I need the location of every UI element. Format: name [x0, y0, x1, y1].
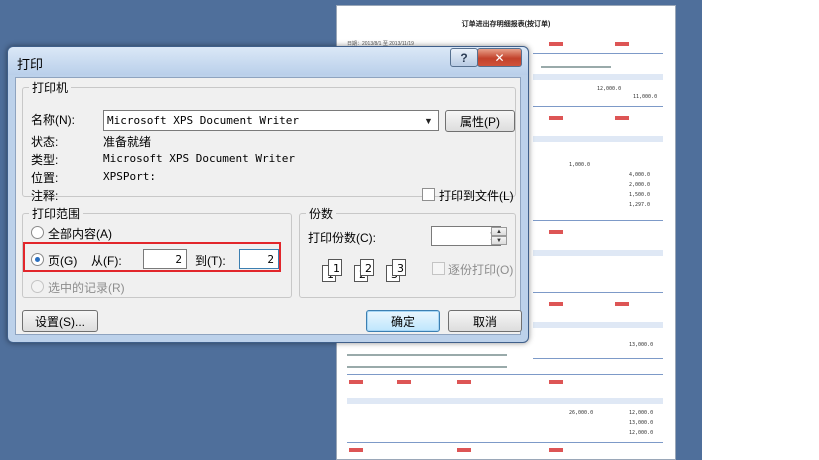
report-value: 26,000.0 — [569, 410, 594, 416]
report-value: 4,000.0 — [629, 172, 651, 178]
status-value: 准备就绪 — [103, 135, 152, 149]
close-button[interactable]: ✕ — [477, 48, 522, 67]
report-value: 11,000.0 — [633, 94, 658, 100]
type-value: Microsoft XPS Document Writer — [103, 152, 296, 165]
setup-button[interactable]: 设置(S)... — [22, 310, 98, 332]
location-value: XPSPort: — [103, 170, 156, 183]
copies-group-label: 份数 — [306, 205, 337, 222]
copies-label: 打印份数(C): — [308, 231, 376, 245]
status-label: 状态: — [31, 135, 59, 149]
selection-label[interactable]: 选中的记录(R) — [48, 279, 125, 296]
report-value: 1,000.0 — [569, 162, 591, 168]
highlight-annotation — [23, 242, 281, 272]
report-value: 13,000.0 — [629, 342, 654, 348]
collate-checkbox[interactable] — [432, 262, 445, 275]
help-button[interactable]: ? — [450, 48, 478, 67]
report-value: 1,297.0 — [629, 202, 651, 208]
print-dialog: 打印 ? ✕ 打印机 名称(N): Microsoft XPS Document… — [7, 46, 529, 343]
printer-group: 打印机 名称(N): Microsoft XPS Document Writer… — [22, 79, 516, 203]
collate-page: 3 — [392, 259, 406, 276]
selection-radio[interactable] — [31, 280, 44, 293]
collate-label[interactable]: 逐份打印(O) — [448, 261, 513, 278]
print-to-file-label[interactable]: 打印到文件(L) — [439, 187, 514, 204]
collate-page: 1 — [328, 259, 342, 276]
spin-up-icon[interactable]: ▲ — [491, 227, 507, 236]
properties-button[interactable]: 属性(P) — [445, 110, 515, 132]
dialog-titlebar[interactable]: 打印 ? ✕ — [8, 47, 528, 75]
printer-select[interactable]: Microsoft XPS Document Writer ▼ — [103, 110, 439, 131]
all-content-label[interactable]: 全部内容(A) — [48, 225, 112, 242]
printer-select-value: Microsoft XPS Document Writer — [107, 114, 300, 127]
printer-name-label: 名称(N): — [31, 113, 75, 127]
ok-button[interactable]: 确定 — [366, 310, 440, 332]
chevron-down-icon[interactable]: ▼ — [420, 112, 437, 129]
collate-page: 2 — [360, 259, 374, 276]
collate-icon: 1 1 2 2 3 3 — [322, 257, 422, 283]
dialog-body: 打印机 名称(N): Microsoft XPS Document Writer… — [15, 77, 522, 335]
report-value: 1,500.0 — [629, 192, 651, 198]
comment-label: 注释: — [31, 189, 59, 203]
print-to-file-checkbox[interactable] — [422, 188, 435, 201]
dialog-title: 打印 — [17, 57, 44, 72]
printer-group-label: 打印机 — [29, 79, 72, 96]
report-title: 订单进出存明细报表(按订单) — [461, 21, 551, 28]
report-value: 13,000.0 — [629, 420, 654, 426]
report-value: 2,000.0 — [629, 182, 651, 188]
type-label: 类型: — [31, 153, 59, 167]
report-value: 12,000.0 — [597, 86, 622, 92]
spin-down-icon[interactable]: ▼ — [491, 236, 507, 245]
cancel-button[interactable]: 取消 — [448, 310, 522, 332]
print-range-label: 打印范围 — [29, 205, 84, 222]
all-content-radio[interactable] — [31, 226, 44, 239]
location-label: 位置: — [31, 171, 59, 185]
copies-group: 份数 打印份数(C): 1 1 1 2 2 3 3 逐份打印(O) — [299, 205, 516, 298]
report-value: 12,000.0 — [629, 430, 654, 436]
copies-spinner[interactable]: ▲ ▼ — [491, 227, 507, 246]
report-value: 12,000.0 — [629, 410, 654, 416]
